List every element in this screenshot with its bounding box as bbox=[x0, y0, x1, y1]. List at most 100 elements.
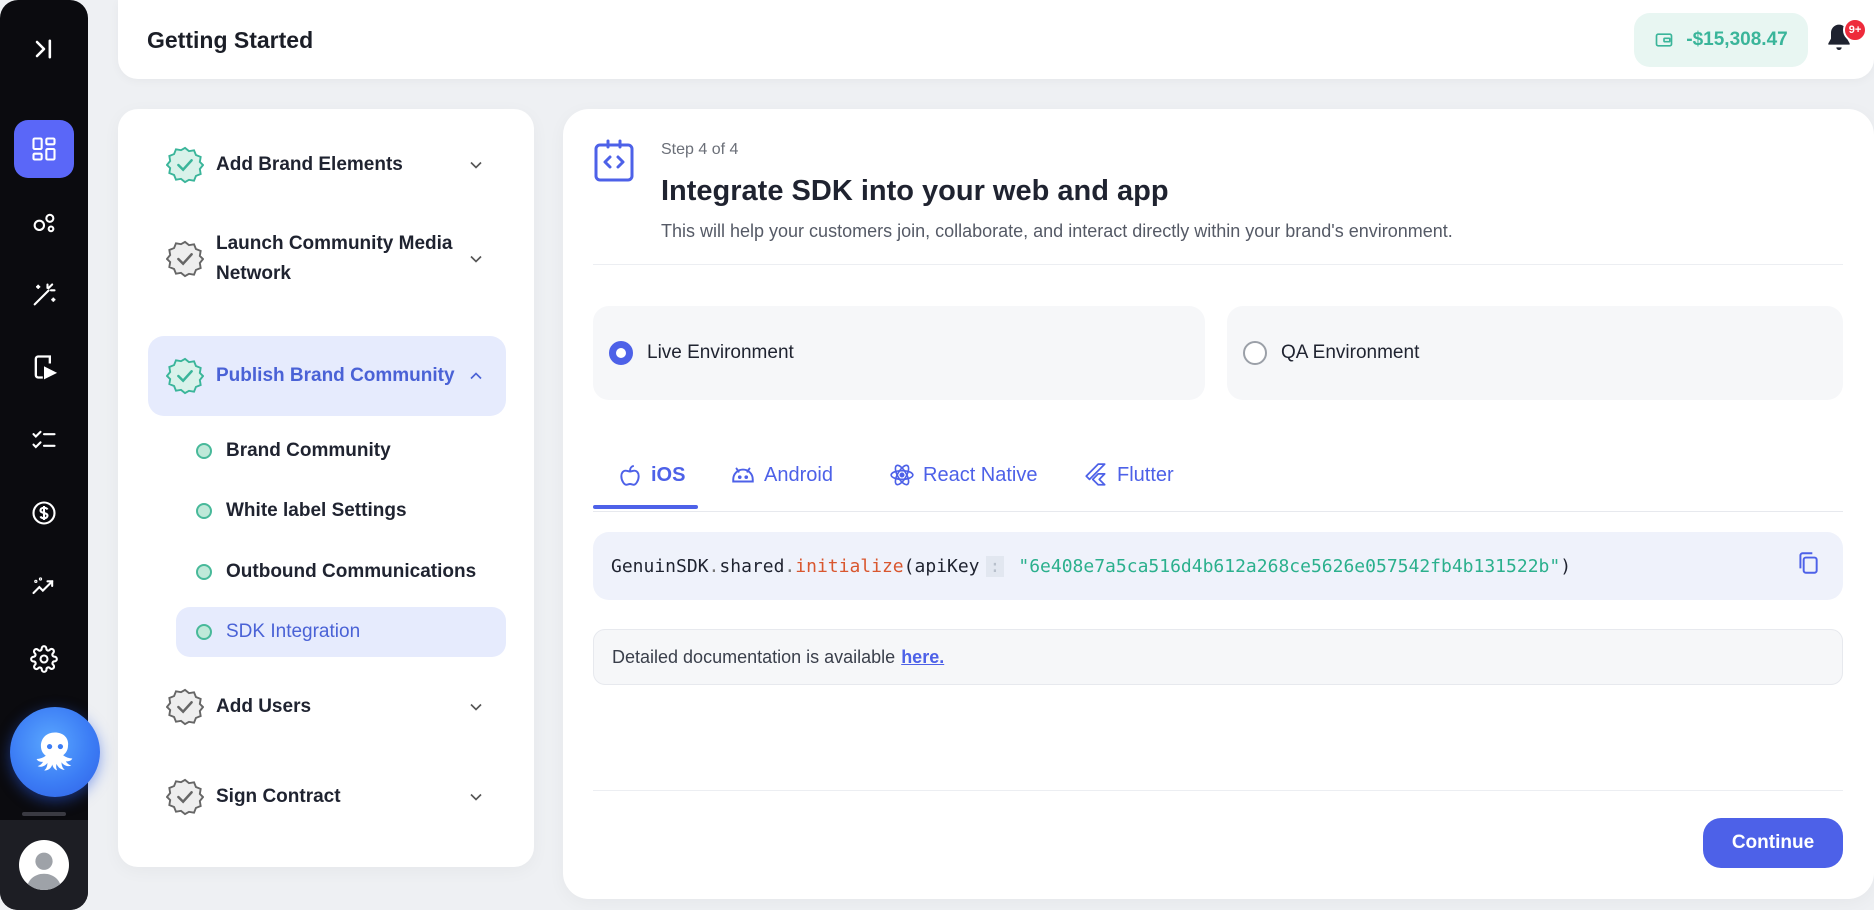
substep-sdk-integration[interactable]: SDK Integration bbox=[176, 607, 506, 657]
top-bar: Getting Started -$15,308.47 9+ bbox=[118, 0, 1874, 79]
substep-outbound-communications[interactable]: Outbound Communications bbox=[176, 547, 506, 597]
substep-label: Outbound Communications bbox=[226, 561, 477, 582]
active-tab-indicator bbox=[593, 505, 698, 509]
magic-wand-icon bbox=[33, 283, 56, 306]
dollar-icon bbox=[32, 501, 56, 525]
section-title: Integrate SDK into your web and app bbox=[661, 175, 1169, 207]
code-paren-open: ( bbox=[903, 555, 915, 577]
pending-badge-icon bbox=[166, 240, 204, 278]
step-sign-contract[interactable]: Sign Contract bbox=[148, 767, 506, 827]
wallet-balance-button[interactable]: -$15,308.47 bbox=[1634, 13, 1808, 67]
step-add-brand-elements[interactable]: Add Brand Elements bbox=[148, 135, 506, 195]
substep-brand-community[interactable]: Brand Community bbox=[176, 426, 506, 476]
rail-community-button[interactable] bbox=[14, 194, 74, 252]
tab-flutter[interactable]: Flutter bbox=[1083, 455, 1174, 495]
tab-react-native[interactable]: React Native bbox=[889, 455, 1038, 495]
dashboard-icon bbox=[32, 137, 56, 161]
android-icon bbox=[732, 467, 754, 483]
code-property: shared bbox=[719, 555, 785, 577]
chevron-down-icon bbox=[470, 255, 482, 263]
section-description: This will help your customers join, coll… bbox=[661, 221, 1453, 241]
code-object: GenuinSDK bbox=[611, 555, 709, 577]
step-count: Step 4 of 4 bbox=[661, 141, 739, 158]
qa-environment-radio[interactable] bbox=[1243, 341, 1267, 365]
rail-tasks-button[interactable] bbox=[14, 411, 74, 469]
copy-icon[interactable] bbox=[1795, 550, 1821, 576]
verified-badge-icon bbox=[166, 357, 204, 395]
tab-label: Flutter bbox=[1117, 463, 1174, 486]
sdk-code-snippet[interactable]: GenuinSDK. shared. initialize(apiKey: "6e40… bbox=[593, 532, 1843, 600]
notification-badge: 9+ bbox=[1843, 18, 1867, 42]
assistant-octopus-button[interactable] bbox=[10, 707, 100, 797]
live-environment-radio[interactable] bbox=[609, 341, 633, 365]
step-label: Add Brand Elements bbox=[216, 154, 403, 175]
user-icon bbox=[26, 852, 62, 890]
step-launch-community-media-network[interactable]: Launch Community Media Network bbox=[148, 217, 506, 301]
rail-video-button[interactable] bbox=[14, 338, 74, 396]
step-label: Launch Community Media Network bbox=[216, 233, 453, 284]
code-dot: . bbox=[784, 555, 796, 577]
live-environment-option[interactable]: Live Environment bbox=[593, 306, 1205, 400]
onboarding-steps-panel: Add Brand Elements Launch Community Medi… bbox=[118, 109, 534, 867]
substep-label: White label Settings bbox=[226, 500, 407, 521]
octopus-icon bbox=[36, 732, 73, 771]
rail-magic-button[interactable] bbox=[14, 266, 74, 324]
code-colon: : bbox=[985, 555, 1005, 577]
tab-android[interactable]: Android bbox=[730, 455, 833, 495]
tab-label: React Native bbox=[923, 463, 1038, 486]
step-publish-brand-community[interactable]: Publish Brand Community bbox=[148, 336, 506, 416]
analytics-icon bbox=[32, 577, 54, 595]
page-title: Getting Started bbox=[147, 27, 314, 53]
status-dot bbox=[196, 564, 212, 580]
documentation-notice: Detailed documentation is available here… bbox=[593, 629, 1843, 685]
rail-dashboard-button[interactable] bbox=[14, 120, 74, 178]
rail-divider bbox=[22, 812, 66, 816]
wallet-icon bbox=[1655, 33, 1673, 47]
verified-badge-icon bbox=[166, 146, 204, 184]
rail-settings-button[interactable] bbox=[14, 630, 74, 688]
tab-label: iOS bbox=[651, 463, 686, 486]
step-label: Sign Contract bbox=[216, 786, 341, 807]
code-dot: . bbox=[708, 555, 720, 577]
substep-white-label-settings[interactable]: White label Settings bbox=[176, 486, 506, 536]
react-icon bbox=[890, 464, 914, 486]
video-device-icon bbox=[34, 355, 58, 380]
qa-environment-option[interactable]: QA Environment bbox=[1227, 306, 1843, 400]
rail-analytics-button[interactable] bbox=[14, 557, 74, 615]
code-api-key: "6e408e7a5ca516d4b612a268ce5626e057542fb… bbox=[1018, 555, 1561, 577]
status-dot bbox=[196, 443, 212, 459]
checklist-icon bbox=[32, 430, 56, 449]
step-add-users[interactable]: Add Users bbox=[148, 677, 506, 737]
rail-billing-button[interactable] bbox=[14, 484, 74, 542]
divider bbox=[593, 790, 1843, 791]
tab-ios[interactable]: iOS bbox=[617, 455, 685, 495]
chevron-down-icon bbox=[470, 161, 482, 169]
pending-badge-icon bbox=[166, 778, 204, 816]
flutter-icon bbox=[1085, 463, 1106, 486]
substep-label: Brand Community bbox=[226, 440, 391, 461]
code-clipboard-icon bbox=[594, 139, 634, 182]
apple-icon bbox=[620, 464, 640, 486]
docs-text: Detailed documentation is available bbox=[612, 646, 896, 667]
continue-button[interactable]: Continue bbox=[1703, 818, 1843, 868]
left-rail bbox=[0, 0, 100, 910]
status-dot bbox=[196, 624, 212, 640]
divider bbox=[593, 264, 1843, 265]
expand-sidebar-button[interactable] bbox=[14, 20, 74, 78]
environment-label: Live Environment bbox=[647, 342, 794, 363]
chevron-down-icon bbox=[470, 793, 482, 801]
expand-icon bbox=[35, 39, 52, 59]
chevron-up-icon bbox=[470, 372, 482, 380]
docs-link[interactable]: here. bbox=[901, 647, 944, 668]
code-param: apiKey bbox=[914, 555, 980, 577]
gear-icon bbox=[30, 645, 58, 673]
pending-badge-icon bbox=[166, 688, 204, 726]
balance-amount: -$15,308.47 bbox=[1686, 29, 1788, 50]
avatar[interactable] bbox=[19, 840, 69, 890]
status-dot bbox=[196, 503, 212, 519]
code-function: initialize bbox=[795, 555, 904, 577]
tabs-divider bbox=[593, 511, 1843, 512]
step-label: Publish Brand Community bbox=[216, 365, 455, 386]
notifications-button[interactable]: 9+ bbox=[1823, 18, 1867, 60]
community-icon bbox=[33, 213, 55, 233]
